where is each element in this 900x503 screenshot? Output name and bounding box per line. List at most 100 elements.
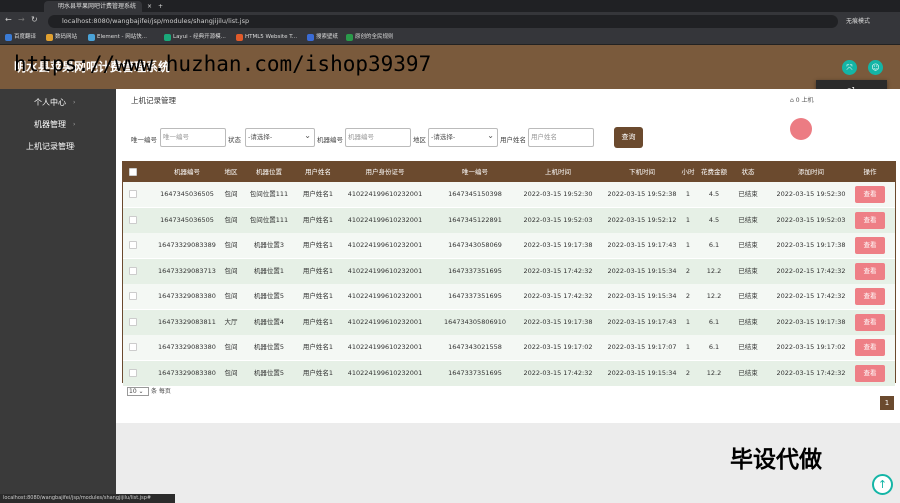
row-checkbox[interactable]: [129, 266, 137, 275]
breadcrumb[interactable]: ⌂ 0 上机: [790, 95, 813, 104]
view-button[interactable]: 查看: [855, 211, 885, 229]
table-cell: 2: [685, 266, 691, 275]
page-size-value: 10: [129, 388, 137, 395]
bookmark-item[interactable]: Element - 网站快...: [88, 32, 147, 43]
forward-icon[interactable]: →: [18, 15, 25, 24]
view-button[interactable]: 查看: [855, 313, 885, 331]
view-button[interactable]: 查看: [855, 288, 885, 305]
profile-label[interactable]: 无痕模式: [846, 16, 870, 25]
browser-status-bar: localhost:8080/wangbajifei/jsp/modules/s…: [0, 494, 175, 503]
fullscreen-icon[interactable]: ⤧: [842, 60, 857, 75]
row-checkbox[interactable]: [129, 241, 137, 249]
pagination-current-page[interactable]: 1: [880, 396, 894, 410]
bookmark-item[interactable]: 原创的全民规则: [346, 32, 394, 43]
table-cell: 2: [685, 292, 691, 300]
table-cell: 2022-03-15 19:17:43: [607, 317, 677, 326]
status-select[interactable]: -请选择-: [245, 127, 315, 147]
table-cell: 用户姓名1: [302, 266, 334, 275]
bookmark-item[interactable]: 百度翻译: [5, 32, 36, 43]
row-checkbox[interactable]: [129, 292, 137, 300]
row-checkbox[interactable]: [129, 343, 137, 351]
bookmark-item[interactable]: Layui - 经典开源模...: [164, 32, 226, 43]
table-cell: 2022-03-15 19:17:38: [523, 317, 593, 326]
table-cell: 机器位置4: [253, 317, 285, 326]
back-to-top-icon[interactable]: ↑: [872, 474, 893, 495]
sidebar-item-profile[interactable]: 个人中心 ›: [0, 94, 116, 112]
bookmark-item[interactable]: 搜索壁纸: [307, 32, 338, 43]
area-select[interactable]: -请选择-: [428, 127, 498, 147]
table-cell: 410224199610232001: [347, 343, 423, 351]
search-button[interactable]: 查询: [614, 127, 643, 148]
column-header: 用户姓名: [305, 168, 331, 176]
table-row: 16473329083713 包间 机器位置1 用户姓名1 41022419961023…: [123, 258, 895, 284]
table-cell: 2: [685, 368, 691, 377]
table-cell: 2022-03-15 17:42:32: [523, 368, 593, 377]
table-cell: 6.1: [708, 241, 720, 249]
table-cell: 2022-03-15 19:15:34: [607, 368, 677, 377]
browser-tab-active[interactable]: 明水县苹果网吧计费管理系统: [44, 1, 142, 12]
filter-label-status: 状态: [228, 136, 241, 144]
table-cell: 1647345036505: [160, 215, 214, 224]
filter-label-username: 用户姓名: [500, 136, 526, 144]
row-checkbox[interactable]: [129, 215, 137, 224]
column-header: 上机时间: [545, 168, 571, 176]
table-cell: 410224199610232001: [347, 266, 423, 275]
row-checkbox[interactable]: [129, 317, 137, 326]
machine-id-input[interactable]: 机器编号: [345, 128, 411, 147]
table-cell: 1647337351695: [448, 266, 502, 275]
chevron-right-icon: ›: [73, 143, 76, 150]
table-cell: 2022-02-15 17:42:32: [776, 266, 846, 275]
table-cell: 包间: [224, 241, 238, 249]
new-tab-icon[interactable]: +: [156, 1, 166, 12]
column-header: 机器编号: [174, 168, 200, 176]
table-cell: 用户姓名1: [302, 292, 334, 300]
bookmark-item[interactable]: HTML5 Website T...: [236, 32, 297, 43]
table-cell: 2022-03-15 19:17:43: [607, 241, 677, 249]
back-icon[interactable]: ←: [5, 15, 12, 24]
table-cell: 410224199610232001: [347, 292, 423, 300]
column-header: 唯一编号: [462, 168, 488, 176]
table-cell: 包间: [224, 190, 238, 198]
sidebar-item-machines[interactable]: 机器管理 ›: [0, 116, 116, 134]
filter-label-unique: 唯一编号: [131, 136, 157, 144]
bookmark-item[interactable]: 数码网站: [46, 32, 77, 43]
table-cell: 4.5: [708, 215, 720, 224]
view-button[interactable]: 查看: [855, 339, 885, 356]
username-input[interactable]: 用户姓名: [528, 128, 594, 147]
row-checkbox[interactable]: [129, 368, 137, 377]
user-avatar-icon[interactable]: ☺: [868, 60, 883, 75]
tab-close-icon[interactable]: ×: [145, 1, 155, 12]
sidebar-item-label: 个人中心: [34, 98, 66, 107]
column-header: 机器位置: [256, 168, 282, 176]
cursor-highlight: [790, 118, 812, 140]
table-cell: 2022-03-15 19:17:02: [776, 343, 846, 351]
view-button[interactable]: 查看: [855, 237, 885, 254]
table-cell: 16473329083380: [158, 368, 216, 377]
view-button[interactable]: 查看: [855, 364, 885, 382]
filter-label-machine: 机器编号: [317, 136, 343, 144]
unique-id-input[interactable]: 唯一编号: [160, 128, 226, 147]
table-row: 1647345036505 包间 包间位置111 用户姓名1 4102241996102…: [123, 182, 895, 207]
table-cell: 已结束: [738, 317, 758, 326]
table-cell: 6.1: [708, 317, 720, 326]
table-cell: 包间: [224, 343, 238, 351]
table-cell: 包间: [224, 215, 238, 224]
view-button[interactable]: 查看: [855, 186, 885, 203]
row-checkbox[interactable]: [129, 190, 137, 198]
select-all-checkbox[interactable]: [129, 168, 137, 176]
table-cell: 已结束: [738, 190, 758, 198]
table-cell: 2022-03-15 19:17:38: [523, 241, 593, 249]
reload-icon[interactable]: ↻: [31, 15, 38, 24]
page-size-select[interactable]: 10 ⌄: [127, 387, 149, 396]
table-cell: 1647345122891: [448, 215, 502, 224]
filter-label-area: 地区: [413, 136, 426, 144]
url-input[interactable]: localhost:8080/wangbajifei/jsp/modules/s…: [48, 15, 838, 28]
sidebar-item-records[interactable]: 上机记录管理 ›: [0, 138, 116, 156]
view-button[interactable]: 查看: [855, 262, 885, 280]
table-cell: 2022-03-15 17:42:32: [776, 368, 846, 377]
table-cell: 包间位置111: [249, 215, 289, 224]
sidebar-item-label: 机器管理: [34, 120, 66, 129]
table-cell: 2022-02-15 17:42:32: [776, 292, 846, 300]
table-cell: 包间位置111: [249, 190, 289, 198]
table-cell: 1: [685, 215, 691, 224]
